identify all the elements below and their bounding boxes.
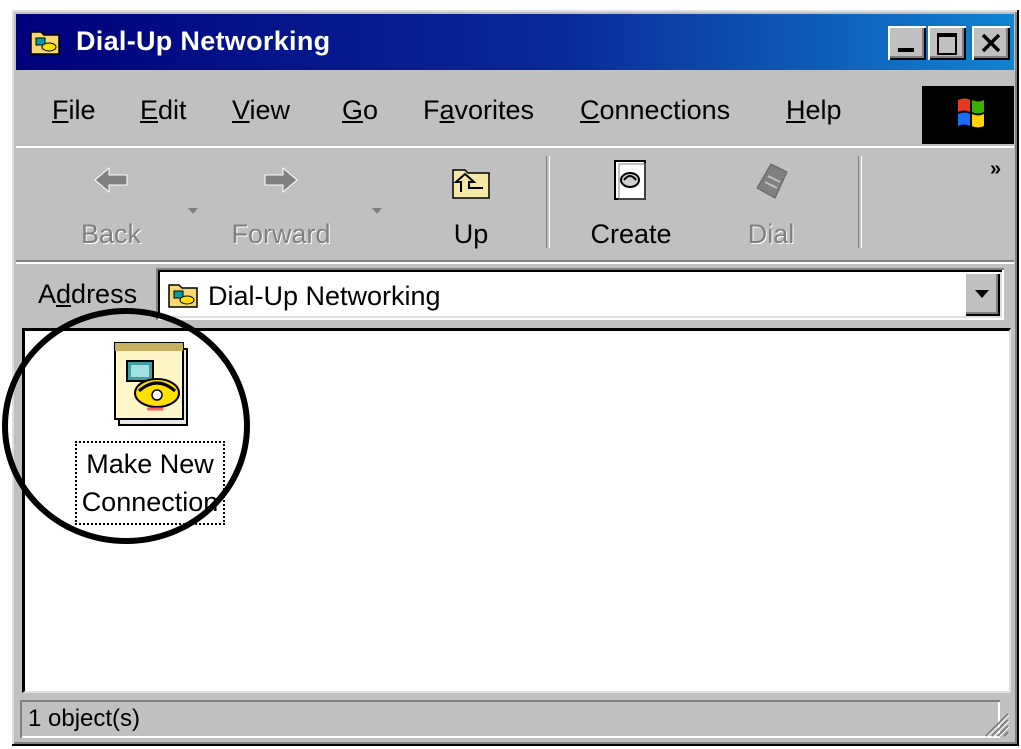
- menu-connections[interactable]: Connections: [580, 94, 730, 126]
- toolbar-separator: [858, 156, 862, 248]
- menu-file[interactable]: File: [52, 94, 96, 126]
- dial-button[interactable]: Dial: [716, 152, 826, 252]
- address-label: Address: [38, 279, 138, 309]
- back-button[interactable]: Back: [56, 152, 166, 252]
- back-arrow-icon: [94, 166, 128, 194]
- toolbar-more-chevron[interactable]: »: [990, 158, 1001, 181]
- title-bar[interactable]: Dial-Up Networking: [16, 14, 1014, 70]
- menu-help[interactable]: Help: [786, 94, 842, 126]
- forward-button[interactable]: Forward: [226, 152, 336, 252]
- menu-edit[interactable]: Edit: [140, 94, 187, 126]
- toolbar-separator: [546, 156, 550, 248]
- forward-dropdown-icon[interactable]: [370, 206, 384, 216]
- chevron-down-icon: [975, 290, 989, 298]
- menu-bar: File Edit View Go Favorites Connections …: [16, 78, 1014, 144]
- back-label: Back: [80, 219, 142, 249]
- window: Dial-Up Networking File Edit View Go Fav…: [10, 8, 1019, 746]
- address-dropdown-button[interactable]: [964, 272, 1000, 316]
- maximize-icon: [937, 33, 957, 55]
- address-field[interactable]: Dial-Up Networking: [156, 268, 1004, 320]
- close-icon: [981, 33, 1001, 53]
- status-bar: 1 object(s): [16, 698, 1014, 742]
- create-label: Create: [590, 219, 672, 249]
- dialup-folder-icon: [168, 284, 198, 308]
- up-folder-icon: [452, 169, 490, 199]
- dial-label: Dial: [747, 219, 795, 249]
- menu-go[interactable]: Go: [342, 94, 378, 126]
- forward-arrow-icon: [264, 166, 298, 194]
- up-label: Up: [453, 219, 489, 249]
- window-title: Dial-Up Networking: [76, 26, 331, 56]
- menu-favorites[interactable]: Favorites: [423, 94, 534, 126]
- address-value: Dial-Up Networking: [208, 281, 441, 311]
- dialup-folder-icon: [30, 31, 60, 55]
- dial-phone-icon: [756, 163, 788, 199]
- toolbar: Back Forward Up Create Dial »: [16, 146, 1014, 262]
- create-button[interactable]: Create: [576, 152, 686, 252]
- address-bar: Address Dial-Up Networking: [16, 262, 1014, 326]
- make-new-connection-icon: [114, 342, 188, 426]
- make-new-connection-item[interactable]: Make New Connection: [57, 339, 225, 525]
- minimize-button[interactable]: [888, 26, 926, 60]
- forward-label: Forward: [231, 219, 331, 249]
- minimize-icon: [898, 48, 914, 52]
- windows-flag-icon: [958, 98, 984, 128]
- close-button[interactable]: [972, 26, 1010, 60]
- menu-view[interactable]: View: [232, 94, 290, 126]
- maximize-button[interactable]: [928, 26, 966, 60]
- resize-grip-icon[interactable]: [978, 706, 1010, 738]
- status-text: 1 object(s): [28, 705, 141, 732]
- windows-logo: [922, 86, 1014, 144]
- back-dropdown-icon[interactable]: [186, 206, 200, 216]
- make-new-connection-label: Make New Connection: [75, 441, 225, 525]
- create-connection-icon: [614, 160, 646, 200]
- up-button[interactable]: Up: [416, 152, 526, 252]
- status-panel: 1 object(s): [20, 700, 1000, 738]
- folder-view[interactable]: Make New Connection: [22, 328, 1011, 693]
